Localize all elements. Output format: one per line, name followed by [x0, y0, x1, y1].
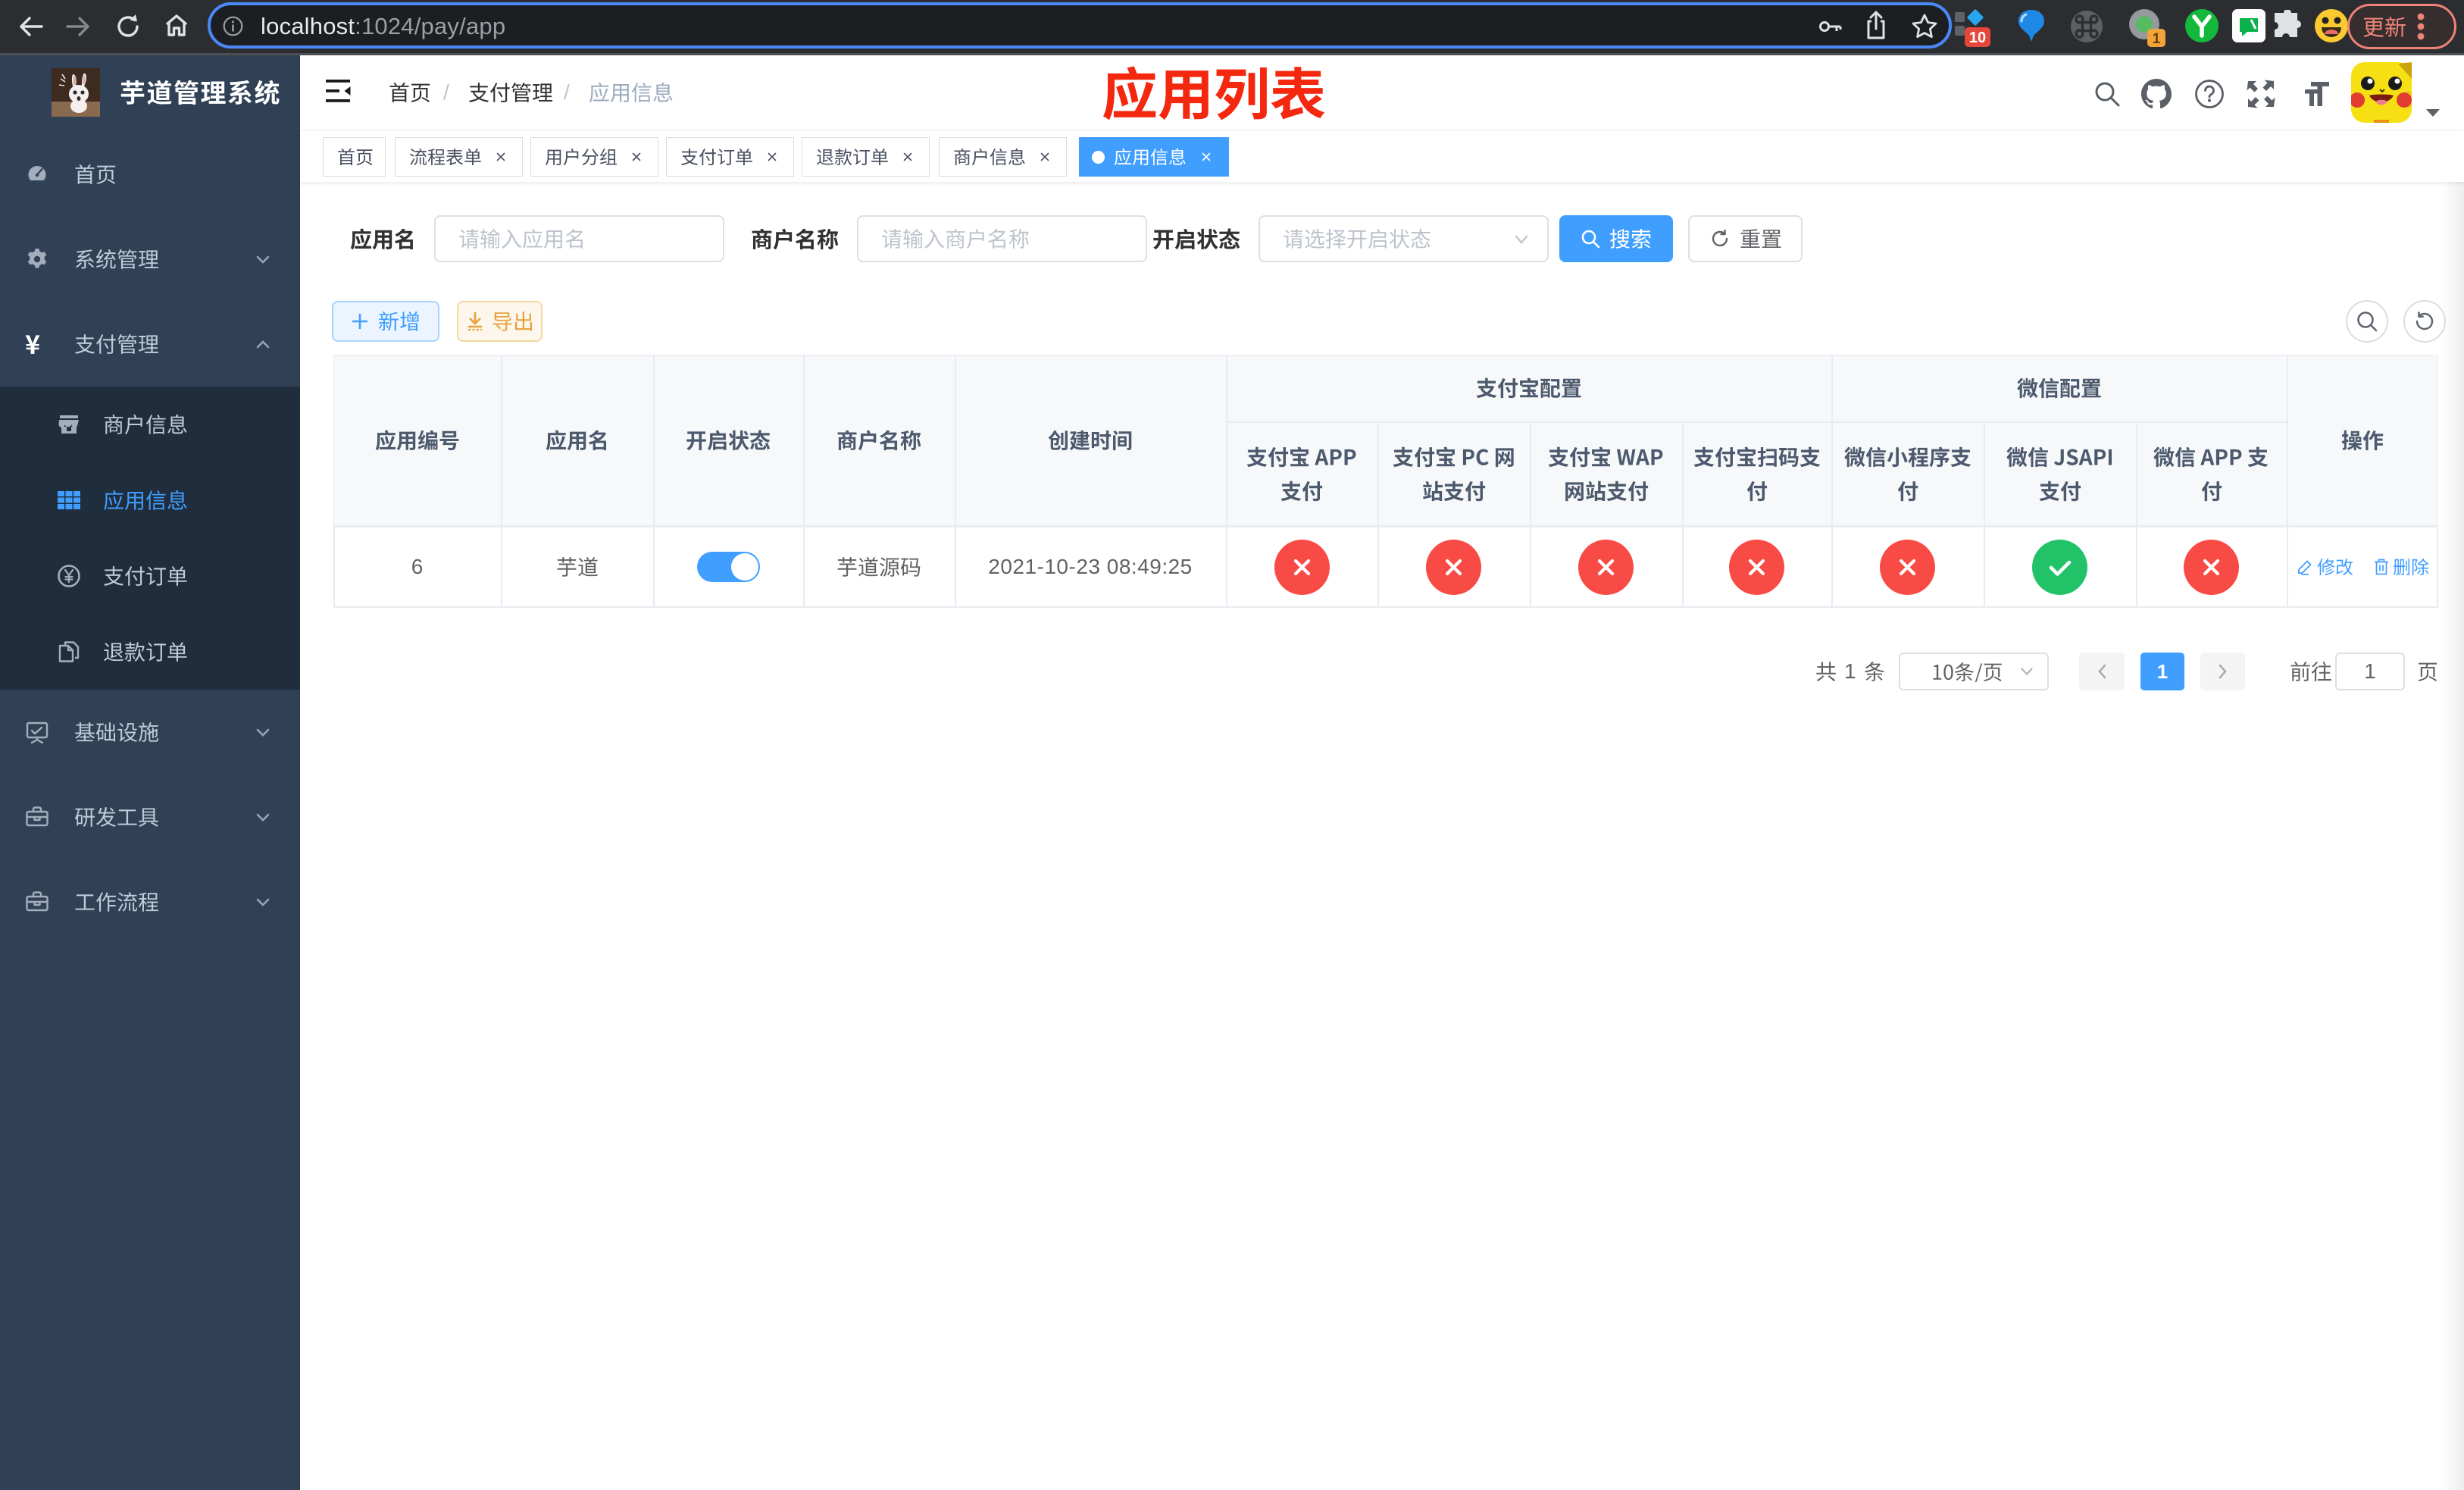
svg-text:10: 10 — [1969, 30, 1986, 46]
svg-text:1: 1 — [2153, 31, 2161, 47]
